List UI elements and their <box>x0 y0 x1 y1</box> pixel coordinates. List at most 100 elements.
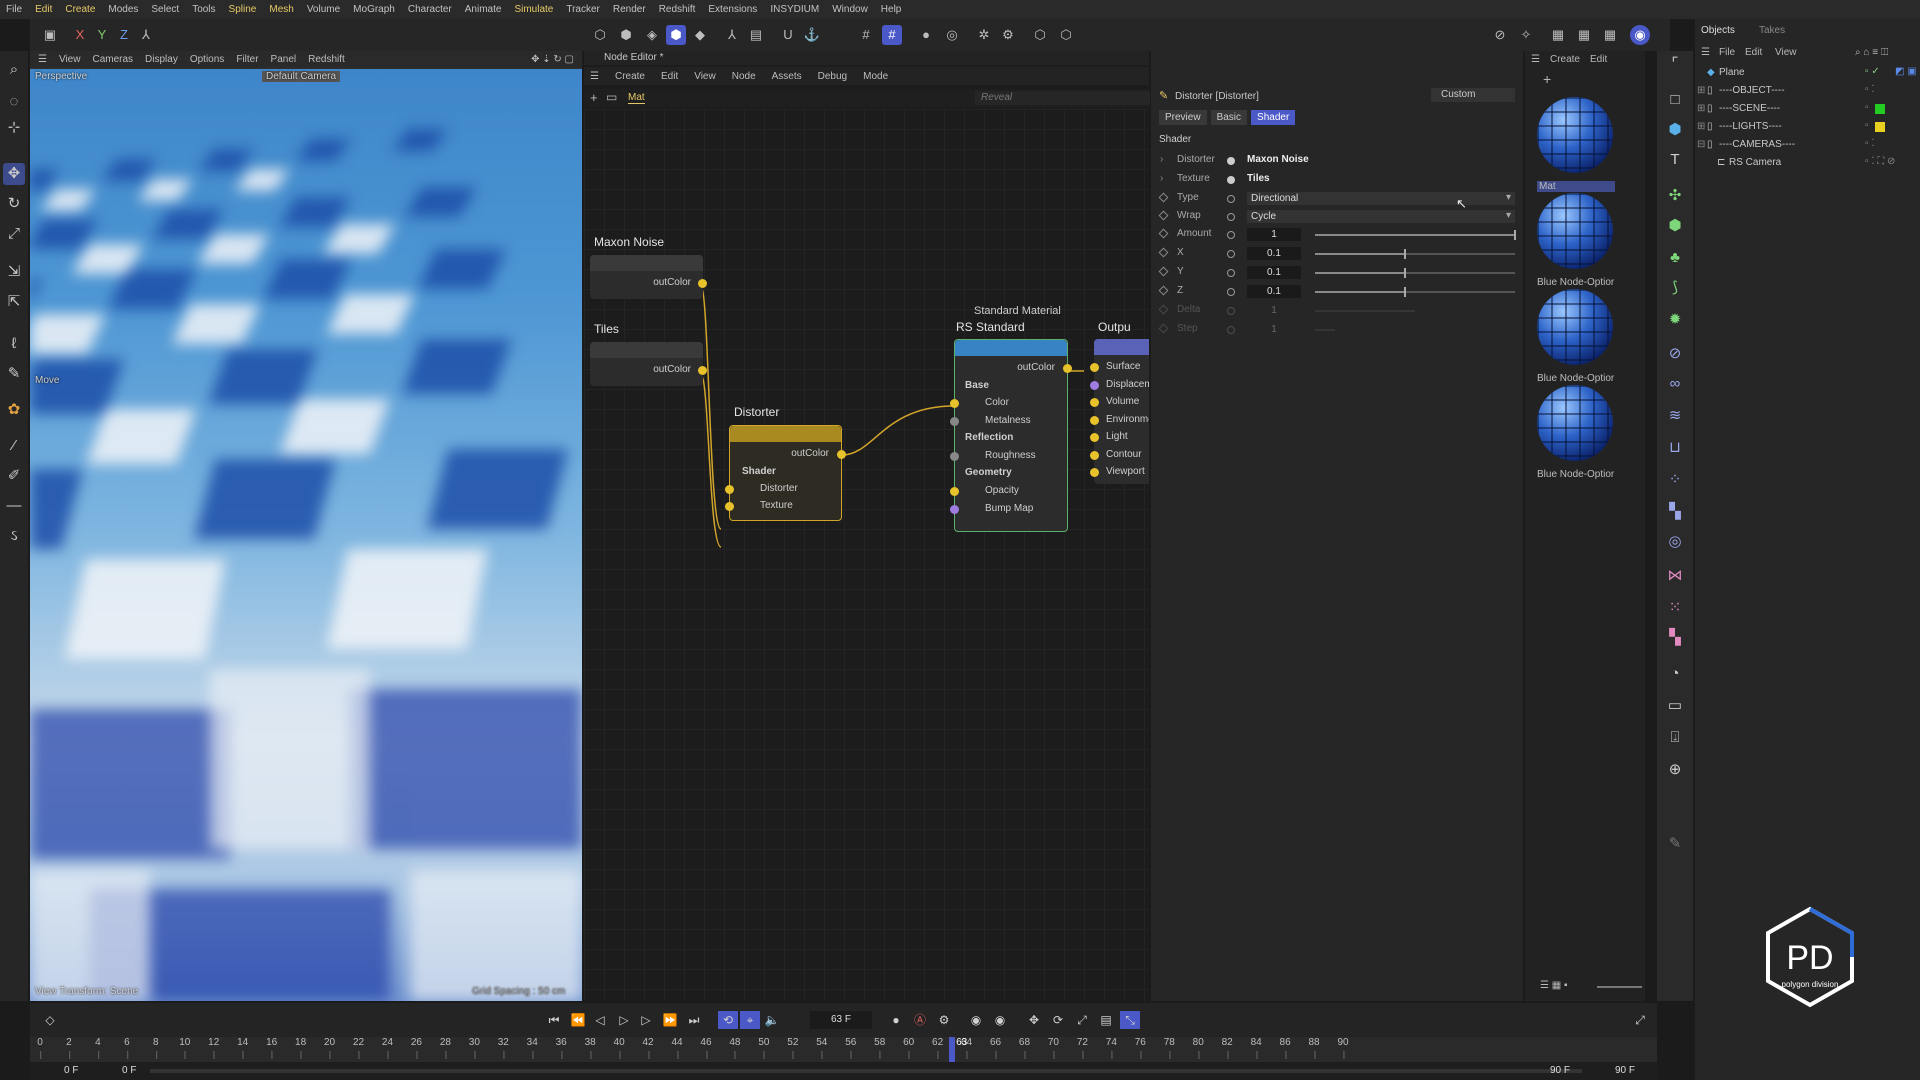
snap-tool-icon[interactable]: ⇱ <box>3 291 25 313</box>
input-port[interactable] <box>950 417 959 426</box>
lasso-icon[interactable]: ℓ <box>3 333 25 355</box>
field-icon[interactable]: ∞ <box>1664 373 1686 395</box>
tab-preview[interactable]: Preview <box>1159 110 1207 125</box>
text-icon[interactable]: T <box>1664 149 1686 171</box>
record-rotation-icon[interactable]: ◉ <box>990 1011 1010 1029</box>
paint-icon[interactable]: ✿ <box>3 399 25 421</box>
render-picture-viewer-icon[interactable]: ▦ <box>1574 25 1594 45</box>
next-key-icon[interactable]: ⏩ <box>660 1011 680 1029</box>
visibility-icon[interactable]: ▫ <box>1865 102 1869 113</box>
move-tool-icon[interactable]: ✥ <box>3 163 25 185</box>
output-port[interactable] <box>1063 364 1072 373</box>
preset-dropdown[interactable]: Custom <box>1431 88 1515 102</box>
sky-icon[interactable]: ⊕ <box>1664 759 1686 781</box>
menu-simulate[interactable]: Simulate <box>514 4 553 15</box>
input-port[interactable] <box>725 485 734 494</box>
link-dot-icon[interactable] <box>1227 157 1235 165</box>
fcurve-icon[interactable]: ⤢ <box>1630 1011 1650 1029</box>
brush-icon[interactable]: ⁄ <box>3 435 25 457</box>
menu-volume[interactable]: Volume <box>307 4 340 15</box>
rs-standard-node[interactable]: outColor Base Color Metalness Reflection… <box>950 339 1072 532</box>
tab-shader[interactable]: Shader <box>1251 110 1296 125</box>
tab-takes[interactable]: Takes <box>1759 25 1785 36</box>
menu-window[interactable]: Window <box>832 4 868 15</box>
material-item[interactable]: Blue Node-Optior <box>1535 193 1615 288</box>
add-icon[interactable]: + <box>1543 71 1551 87</box>
output-node-title[interactable]: Outpu <box>1098 320 1131 334</box>
type-dropdown[interactable]: Directional <box>1247 192 1515 205</box>
checker-icon[interactable]: ▚ <box>1664 501 1686 523</box>
axis-y-toggle[interactable]: Y <box>92 25 112 45</box>
current-frame-field[interactable]: 63 F <box>810 1011 872 1029</box>
ne-menu-assets[interactable]: Assets <box>772 71 802 82</box>
z-field[interactable]: 0.1 <box>1247 285 1301 298</box>
input-port[interactable] <box>1090 433 1099 442</box>
input-port[interactable] <box>1090 468 1099 477</box>
camera-view-icon[interactable]: ⌜ <box>1664 53 1686 75</box>
distorter-value[interactable]: Maxon Noise <box>1247 154 1309 165</box>
animate-icon[interactable] <box>1227 195 1235 203</box>
tab-objects[interactable]: Objects <box>1701 25 1735 36</box>
viewport-menu-view[interactable]: View <box>59 54 81 65</box>
list-view-icon[interactable]: ☰ ▦ ▪ <box>1540 980 1568 991</box>
animate-icon[interactable] <box>1227 288 1235 296</box>
pose-icon[interactable]: ⬡ <box>1056 25 1076 45</box>
zoom-slider[interactable] <box>1597 986 1642 988</box>
expand-icon[interactable]: ⊞ <box>1697 103 1705 114</box>
expand-icon[interactable]: › <box>1160 154 1163 165</box>
input-port[interactable] <box>1090 398 1099 407</box>
target-icon[interactable]: ◎ <box>942 25 962 45</box>
visibility-icon[interactable]: ▫ ⁚ <box>1865 84 1875 95</box>
viewport-menu-display[interactable]: Display <box>145 54 178 65</box>
x-slider[interactable] <box>1315 249 1515 259</box>
node-graph-canvas[interactable]: Maxon Noise outColor Tiles outColor Dist… <box>584 109 1149 1001</box>
keyframe-icon[interactable] <box>1158 228 1169 239</box>
layer-color-swatch[interactable] <box>1875 104 1885 114</box>
sound-icon[interactable]: 🔈 <box>762 1011 782 1029</box>
obj-menu-edit[interactable]: Edit <box>1745 47 1762 58</box>
next-frame-icon[interactable]: ▷ <box>636 1011 656 1029</box>
amount-slider[interactable] <box>1315 230 1516 240</box>
ne-menu-node[interactable]: Node <box>732 71 756 82</box>
keyframe-icon[interactable] <box>1158 247 1169 258</box>
symmetry-icon[interactable]: ✲ <box>974 25 994 45</box>
playhead[interactable] <box>949 1037 956 1062</box>
maxon-noise-node[interactable]: outColor <box>590 255 707 299</box>
deformer-icon[interactable]: ♣ <box>1664 247 1686 269</box>
input-port[interactable] <box>1090 381 1099 390</box>
scatter-icon[interactable]: ⁘ <box>1664 469 1686 491</box>
effector-icon[interactable]: ⊘ <box>1664 343 1686 365</box>
input-port[interactable] <box>950 487 959 496</box>
cube-icon[interactable]: ⬢ <box>1664 119 1686 141</box>
expand-icon[interactable]: › <box>1160 173 1163 184</box>
distorter-node[interactable]: outColor Shader Distorter Texture <box>725 425 846 521</box>
range-slider[interactable] <box>150 1069 1582 1073</box>
menu-file[interactable]: File <box>6 4 22 15</box>
workplane-icon[interactable]: ⬡ <box>1030 25 1050 45</box>
mat-menu-create[interactable]: Create <box>1550 54 1580 65</box>
min-frame[interactable]: 0 F <box>122 1065 136 1076</box>
loop-icon[interactable]: ⟲ <box>718 1011 738 1029</box>
search-icon[interactable]: ⌕ <box>3 59 25 81</box>
redshift-ipr-icon[interactable]: ◉ <box>1630 25 1650 45</box>
distorter-node-title[interactable]: Distorter <box>734 405 779 419</box>
breadcrumb[interactable]: Mat <box>628 92 645 104</box>
keyframe-icon[interactable] <box>1158 285 1169 296</box>
output-port[interactable] <box>698 279 707 288</box>
viewport-menu-panel[interactable]: Panel <box>271 54 297 65</box>
x-field[interactable]: 0.1 <box>1247 247 1301 260</box>
pla-key-icon[interactable]: ⤡ <box>1120 1011 1140 1029</box>
rotate-tool-icon[interactable]: ↻ <box>3 193 25 215</box>
dice-icon[interactable]: ⁙ <box>1664 597 1686 619</box>
camera-icon[interactable]: ▭ <box>1664 695 1686 717</box>
object-row-plane[interactable]: ◆ Plane ▫ ✓ ◩ ▣ <box>1695 65 1920 81</box>
previous-key-icon[interactable]: ⏪ <box>568 1011 588 1029</box>
menu-create[interactable]: Create <box>65 4 95 15</box>
param-key-icon[interactable]: ▤ <box>1096 1011 1116 1029</box>
end-frame[interactable]: 90 F <box>1615 1065 1635 1076</box>
axis-x-toggle[interactable]: X <box>70 25 90 45</box>
hamburger-icon[interactable]: ☰ <box>38 54 47 65</box>
animate-icon[interactable] <box>1227 213 1235 221</box>
input-port[interactable] <box>1090 416 1099 425</box>
select-icon[interactable]: ⊹ <box>3 117 25 139</box>
